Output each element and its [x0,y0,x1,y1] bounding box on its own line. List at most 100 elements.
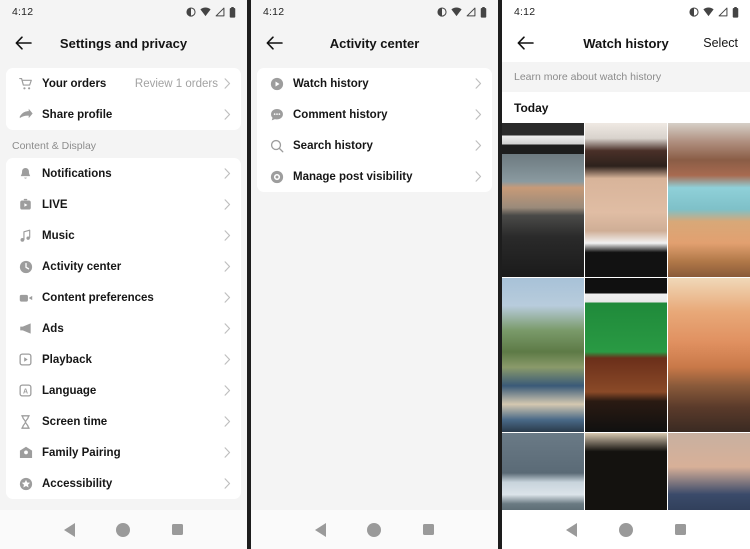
live-icon [18,197,33,212]
back-arrow-icon [266,36,283,50]
music-note-icon [18,228,33,243]
language-icon: A [18,383,33,398]
chevron-right-icon [224,416,231,427]
settings-row-label: Accessibility [42,477,113,490]
signal-icon [466,7,476,17]
battery-icon [732,6,739,18]
back-button[interactable] [263,32,285,54]
settings-row-label: Share profile [42,108,113,121]
settings-scroll-area[interactable]: Your orders Review 1 orders Share profil… [0,62,247,510]
nav-recents-icon[interactable] [669,518,693,542]
settings-row-music[interactable]: Music [6,220,241,251]
android-nav-bar [502,510,750,549]
video-thumbnail[interactable] [585,123,667,277]
activity-row-watch-history[interactable]: Watch history [257,68,492,99]
thumbnail-image [502,123,584,277]
activity-row-search-history[interactable]: Search history [257,130,492,161]
chevron-right-icon [224,478,231,489]
activity-row-label: Search history [293,139,373,152]
video-thumbnail[interactable] [668,278,750,432]
activity-row-manage-post-visibility[interactable]: Manage post visibility [257,161,492,192]
status-bar: 4:12 [502,0,750,24]
status-icons [437,6,487,18]
watch-history-note[interactable]: Learn more about watch history [502,62,750,92]
watch-history-grid [502,123,750,549]
chevron-right-icon [224,292,231,303]
settings-row-label: Activity center [42,260,122,273]
chevron-right-icon [224,354,231,365]
eye-icon [269,169,284,184]
settings-row-share-profile[interactable]: Share profile [6,99,241,130]
settings-row-ads[interactable]: Ads [6,313,241,344]
settings-row-screen-time[interactable]: Screen time [6,406,241,437]
settings-row-notifications[interactable]: Notifications [6,158,241,189]
video-thumbnail[interactable] [668,123,750,277]
status-time: 4:12 [263,6,285,18]
wifi-icon [451,7,462,17]
activity-row-label: Manage post visibility [293,170,413,183]
search-icon [269,138,284,153]
chevron-right-icon [224,199,231,210]
settings-row-value: Review 1 orders [134,77,218,90]
chevron-right-icon [224,230,231,241]
video-thumbnail[interactable] [502,123,584,277]
page-title: Settings and privacy [59,35,188,51]
signal-icon [718,7,728,17]
video-camera-icon [18,290,33,305]
chevron-right-icon [224,78,231,89]
activity-row-label: Comment history [293,108,388,121]
settings-row-label: Playback [42,353,92,366]
settings-row-accessibility[interactable]: Accessibility [6,468,241,499]
phone-screen-watch-history: 4:12 Watch history Select Learn more abo… [502,0,750,549]
nav-back-icon[interactable] [57,518,81,542]
settings-row-label: Music [42,229,75,242]
chevron-right-icon [475,140,482,151]
settings-row-your-orders[interactable]: Your orders Review 1 orders [6,68,241,99]
chevron-right-icon [224,385,231,396]
chevron-right-icon [475,171,482,182]
three-phone-screenshots: 4:12 Settings and privacy Your orders Re… [0,0,750,549]
megaphone-icon [18,321,33,336]
video-thumbnail[interactable] [585,278,667,432]
settings-row-content-preferences[interactable]: Content preferences [6,282,241,313]
section-header-content-display: Content & Display [12,140,97,152]
nav-home-icon[interactable] [362,518,386,542]
nav-recents-icon[interactable] [417,518,441,542]
nav-home-icon[interactable] [614,518,638,542]
activity-row-comment-history[interactable]: Comment history [257,99,492,130]
dnd-icon [689,7,699,17]
nav-back-icon[interactable] [308,518,332,542]
comment-icon [269,107,284,122]
status-time: 4:12 [514,6,536,18]
settings-row-family-pairing[interactable]: Family Pairing [6,437,241,468]
chevron-right-icon [224,447,231,458]
nav-recents-icon[interactable] [166,518,190,542]
back-button[interactable] [514,32,536,54]
nav-back-icon[interactable] [559,518,583,542]
select-button[interactable]: Select [703,36,738,50]
app-bar: Settings and privacy [0,24,247,62]
thumbnail-image [585,278,667,432]
wifi-icon [200,7,211,17]
settings-row-label: Content preferences [42,291,154,304]
video-thumbnail[interactable] [502,278,584,432]
nav-home-icon[interactable] [111,518,135,542]
settings-row-activity-center[interactable]: Activity center [6,251,241,282]
thumbnail-image [668,278,750,432]
back-button[interactable] [12,32,34,54]
app-bar: Watch history Select [502,24,750,62]
chevron-right-icon [475,109,482,120]
dnd-icon [186,7,196,17]
settings-row-live[interactable]: LIVE [6,189,241,220]
settings-row-playback[interactable]: Playback [6,344,241,375]
thumbnail-image [585,123,667,277]
play-circle-icon [269,76,284,91]
chevron-right-icon [224,109,231,120]
activity-center-scroll-area[interactable]: Watch history Comment history Search his… [251,62,498,510]
settings-row-language[interactable]: A Language [6,375,241,406]
chevron-right-icon [224,168,231,179]
battery-icon [480,6,487,18]
wifi-icon [703,7,714,17]
settings-group-content-display: Notifications LIVE Music Activity center [6,158,241,499]
settings-row-label: Ads [42,322,64,335]
